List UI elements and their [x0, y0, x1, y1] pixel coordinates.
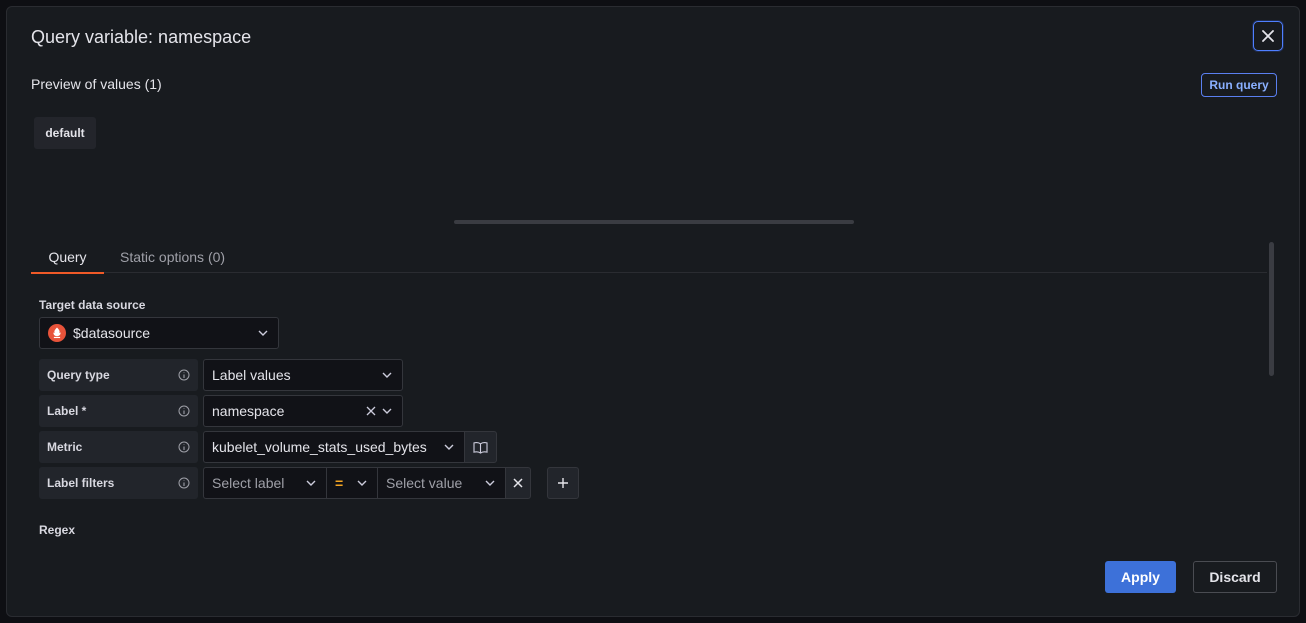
info-icon[interactable]	[178, 441, 190, 453]
query-type-value: Label values	[212, 367, 291, 383]
info-icon[interactable]	[178, 369, 190, 381]
select-label-placeholder: Select label	[212, 475, 285, 491]
editor-scrollbar[interactable]	[1269, 242, 1274, 376]
discard-button[interactable]: Discard	[1193, 561, 1277, 593]
add-filter-button[interactable]	[547, 467, 579, 499]
run-query-button[interactable]: Run query	[1201, 73, 1277, 97]
preview-value-chip: default	[34, 117, 96, 149]
plus-icon	[558, 478, 568, 488]
query-type-select[interactable]: Label values	[203, 359, 403, 391]
close-icon	[513, 478, 523, 488]
query-type-label-text: Query type	[47, 368, 110, 382]
metrics-browser-button[interactable]	[464, 431, 497, 463]
info-icon[interactable]	[178, 405, 190, 417]
query-variable-modal: Query variable: namespace Preview of val…	[6, 6, 1300, 617]
label-value: namespace	[212, 403, 285, 419]
operator-value: =	[335, 475, 344, 491]
label-filter-operator-select[interactable]: =	[326, 467, 378, 499]
chevron-down-icon	[444, 444, 454, 450]
chevron-down-icon	[357, 480, 367, 486]
datasource-value: $datasource	[73, 325, 151, 341]
tab-query[interactable]: Query	[31, 240, 104, 274]
label-field-label: Label *	[39, 395, 198, 427]
select-value-placeholder: Select value	[386, 475, 463, 491]
chevron-down-icon	[382, 372, 392, 378]
modal-title: Query variable: namespace	[31, 27, 252, 47]
remove-filter-button[interactable]	[505, 467, 531, 499]
preview-resize-handle[interactable]	[454, 220, 854, 224]
regex-label: Regex	[39, 523, 76, 537]
datasource-select[interactable]: $datasource	[39, 317, 279, 349]
label-filters-label-text: Label filters	[47, 476, 115, 490]
close-icon	[1262, 30, 1274, 42]
label-filter-label-select[interactable]: Select label	[203, 467, 327, 499]
metric-value: kubelet_volume_stats_used_bytes	[212, 439, 427, 455]
metric-select[interactable]: kubelet_volume_stats_used_bytes	[203, 431, 465, 463]
apply-button[interactable]: Apply	[1105, 561, 1176, 593]
preview-values-title: Preview of values (1)	[31, 76, 162, 92]
label-select[interactable]: namespace	[203, 395, 403, 427]
close-button[interactable]	[1253, 21, 1283, 51]
label-field-label-text: Label *	[47, 404, 87, 418]
chevron-down-icon	[382, 408, 392, 414]
chevron-down-icon	[485, 480, 495, 486]
prometheus-icon	[48, 324, 66, 342]
metric-label: Metric	[39, 431, 198, 463]
info-icon[interactable]	[178, 477, 190, 489]
chevron-down-icon	[306, 480, 316, 486]
metric-label-text: Metric	[47, 440, 83, 454]
editor-tabs: Query Static options (0)	[31, 240, 1267, 274]
clear-icon[interactable]	[366, 406, 376, 416]
label-filters-label: Label filters	[39, 467, 198, 499]
chevron-down-icon	[258, 330, 268, 336]
target-data-source-label: Target data source	[39, 298, 146, 312]
book-icon	[473, 441, 488, 454]
query-type-label: Query type	[39, 359, 198, 391]
label-filter-value-select[interactable]: Select value	[377, 467, 506, 499]
tab-static-options[interactable]: Static options (0)	[120, 240, 225, 273]
